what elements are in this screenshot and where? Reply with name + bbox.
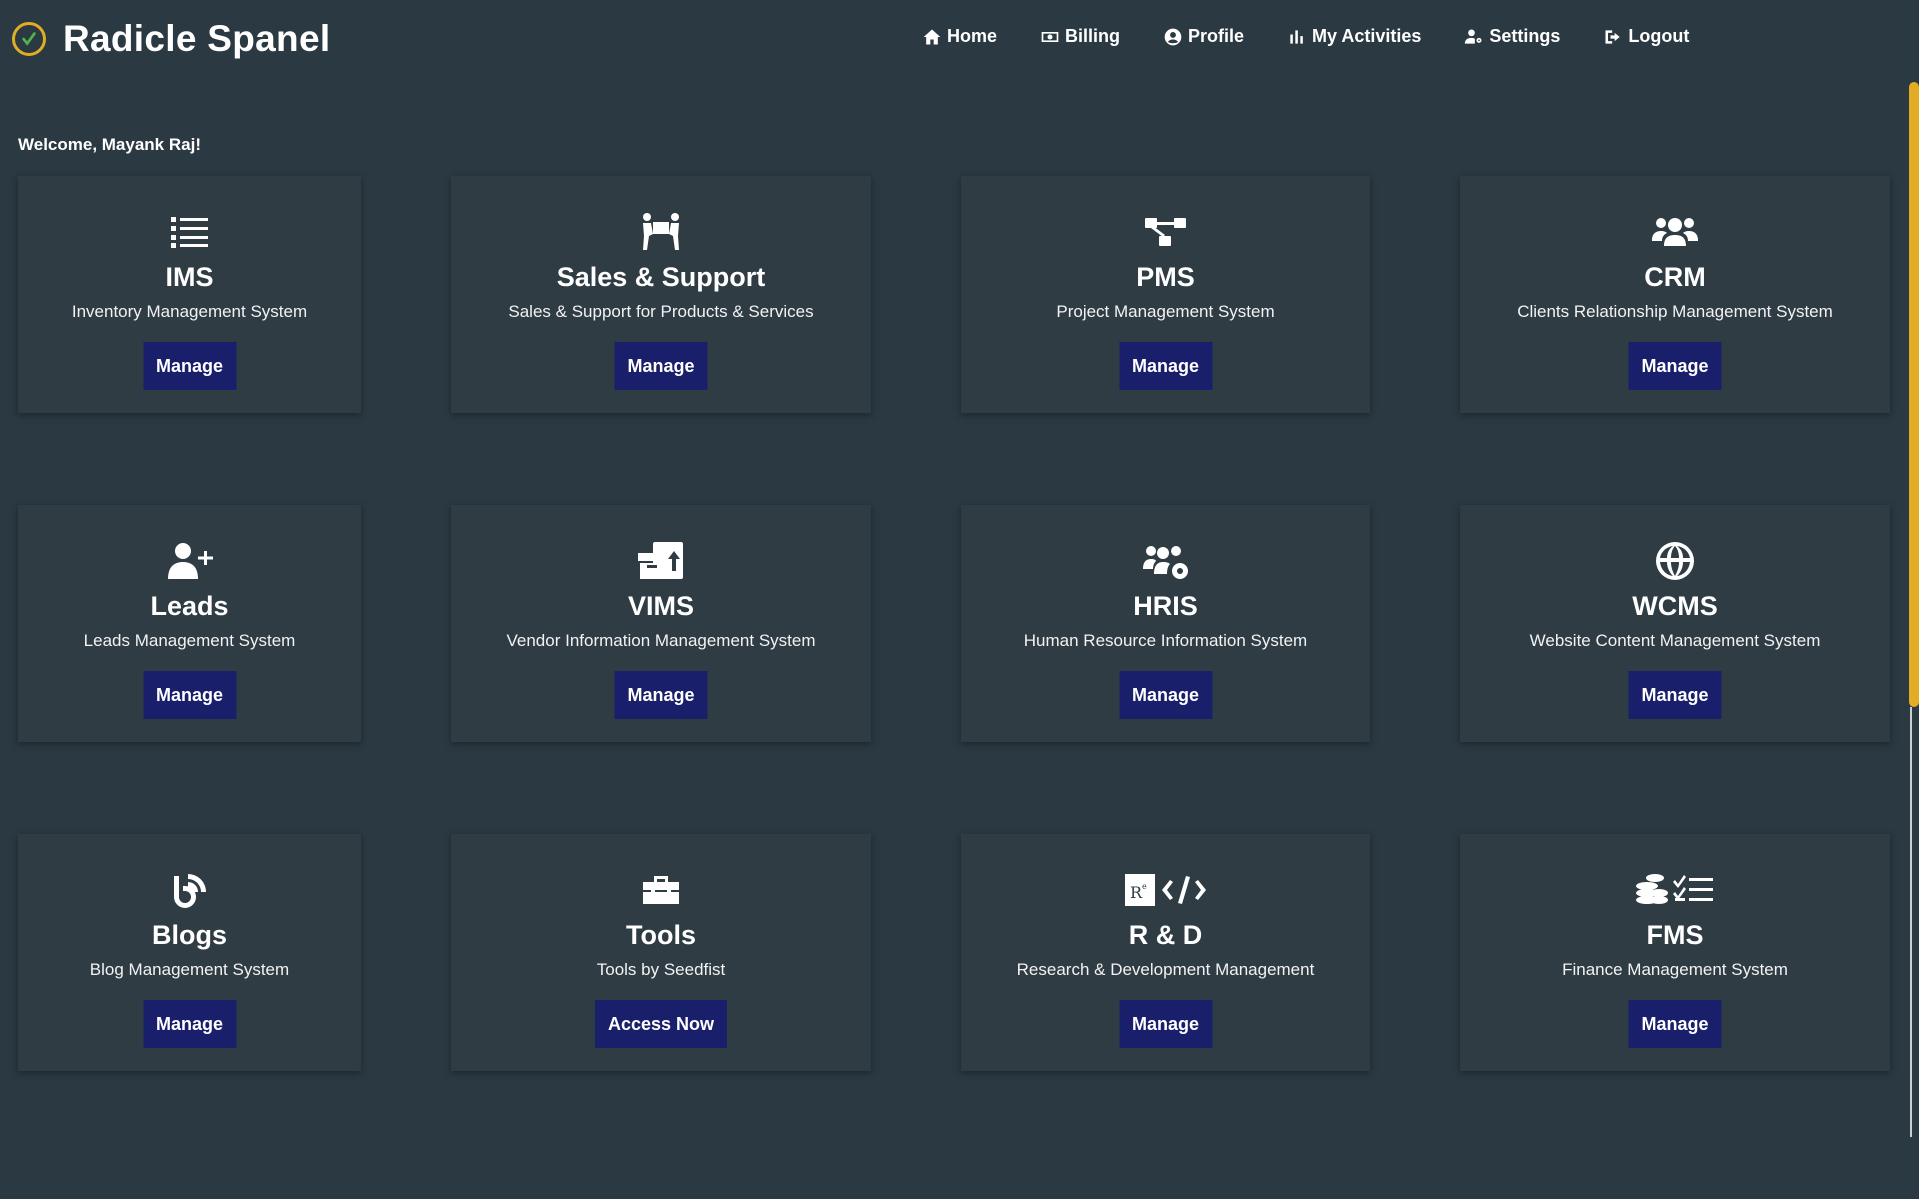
nav-profile[interactable]: Profile	[1163, 26, 1244, 47]
sign-out-icon	[1605, 29, 1621, 44]
manage-leads-button[interactable]: Manage	[142, 671, 237, 719]
manage-pms-button[interactable]: Manage	[1118, 342, 1213, 390]
manage-vims-button[interactable]: Manage	[614, 671, 708, 719]
card-subtitle: Project Management System	[1056, 302, 1275, 321]
card-subtitle: Finance Management System	[1562, 960, 1788, 979]
svg-text:e: e	[1142, 882, 1147, 891]
card-blogs: Blogs Blog Management System Manage	[18, 834, 361, 1071]
card-subtitle: Leads Management System	[83, 631, 296, 650]
card-subtitle: Clients Relationship Management System	[1517, 302, 1833, 321]
manage-blogs-button[interactable]: Manage	[142, 1000, 237, 1048]
manage-ims-button[interactable]: Manage	[142, 342, 237, 390]
card-title: IMS	[165, 262, 214, 292]
card-title: FMS	[1646, 920, 1704, 950]
card-title: R & D	[1128, 920, 1203, 950]
nav-logout[interactable]: Logout	[1603, 26, 1689, 47]
user-cog-icon	[1465, 29, 1482, 44]
card-title: VIMS	[627, 591, 694, 621]
card-wcms: WCMS Website Content Management System M…	[1460, 505, 1890, 742]
card-title: Leads	[150, 591, 229, 621]
nav-logout-label: Logout	[1628, 26, 1690, 46]
card-title: WCMS	[1632, 591, 1718, 621]
manage-wcms-button[interactable]: Manage	[1628, 671, 1722, 719]
blog-icon	[18, 867, 361, 913]
coins-checklist-icon	[1460, 867, 1890, 913]
nav-settings-label: Settings	[1489, 26, 1561, 46]
project-diagram-icon	[961, 209, 1370, 255]
card-title: HRIS	[1133, 591, 1198, 621]
card-pms: PMS Project Management System Manage	[961, 176, 1370, 413]
card-subtitle: Blog Management System	[89, 960, 290, 979]
nav-billing[interactable]: Billing	[1040, 26, 1120, 47]
nav-settings[interactable]: Settings	[1464, 26, 1560, 47]
list-icon	[18, 209, 361, 255]
card-subtitle: Website Content Management System	[1529, 631, 1821, 650]
users-icon	[1460, 209, 1890, 255]
manage-r-and-d-button[interactable]: Manage	[1118, 1000, 1213, 1048]
nav-profile-label: Profile	[1188, 26, 1245, 46]
user-plus-icon	[18, 538, 361, 584]
card-title: Blogs	[151, 920, 227, 950]
scrollbar-rail	[1910, 707, 1912, 1137]
card-subtitle: Vendor Information Management System	[506, 631, 816, 650]
card-tools: Tools Tools by Seedfist Access Now	[451, 834, 871, 1071]
card-title: Tools	[626, 920, 696, 950]
top-navbar: Radicle Spanel Home Billing Profile My A…	[0, 0, 1900, 80]
manage-fms-button[interactable]: Manage	[1628, 1000, 1722, 1048]
nav-billing-label: Billing	[1065, 26, 1121, 46]
manage-sales-support-button[interactable]: Manage	[614, 342, 708, 390]
manage-crm-button[interactable]: Manage	[1628, 342, 1722, 390]
dashboard-page: Radicle Spanel Home Billing Profile My A…	[0, 0, 1919, 1199]
main-nav: Home Billing Profile My Activities Setti…	[922, 26, 1732, 47]
card-subtitle: Sales & Support for Products & Services	[508, 302, 814, 321]
nav-home[interactable]: Home	[922, 26, 997, 47]
card-subtitle: Inventory Management System	[71, 302, 308, 321]
card-ims: IMS Inventory Management System Manage	[18, 176, 361, 413]
globe-icon	[1460, 538, 1890, 584]
card-title: Sales & Support	[556, 262, 766, 292]
chart-bar-icon	[1290, 29, 1303, 44]
card-hris: HRIS Human Resource Information System M…	[961, 505, 1370, 742]
toolbox-icon	[451, 867, 871, 913]
user-circle-icon	[1164, 28, 1182, 45]
card-vims: VIMS Vendor Information Management Syste…	[451, 505, 871, 742]
users-cog-icon	[961, 538, 1370, 584]
card-leads: Leads Leads Management System Manage	[18, 505, 361, 742]
money-bill-icon	[1041, 31, 1059, 42]
card-subtitle: Tools by Seedfist	[596, 960, 726, 979]
brand-logo-icon[interactable]	[12, 22, 46, 56]
nav-my-activities-label: My Activities	[1312, 26, 1422, 46]
manage-hris-button[interactable]: Manage	[1118, 671, 1213, 719]
card-title: PMS	[1136, 262, 1195, 292]
card-title: CRM	[1644, 262, 1706, 292]
access-now-tools-button[interactable]: Access Now	[594, 1000, 728, 1048]
box-upload-icon	[451, 538, 871, 584]
card-fms: FMS Finance Management System Manage	[1460, 834, 1890, 1071]
nav-my-activities[interactable]: My Activities	[1287, 26, 1421, 47]
card-r-and-d: Re R & D Research & Development Manageme…	[961, 834, 1370, 1071]
card-crm: CRM Clients Relationship Management Syst…	[1460, 176, 1890, 413]
scrollbar-thumb[interactable]	[1909, 82, 1919, 707]
card-sales-support: Sales & Support Sales & Support for Prod…	[451, 176, 871, 413]
research-code-icon: Re	[961, 867, 1370, 913]
brand-name[interactable]: Radicle Spanel	[63, 18, 330, 60]
welcome-message: Welcome, Mayank Raj!	[18, 135, 201, 154]
card-subtitle: Research & Development Management	[1016, 960, 1315, 979]
people-carry-icon	[451, 209, 871, 255]
nav-home-label: Home	[947, 26, 998, 46]
card-subtitle: Human Resource Information System	[1023, 631, 1308, 650]
home-icon	[923, 29, 941, 44]
